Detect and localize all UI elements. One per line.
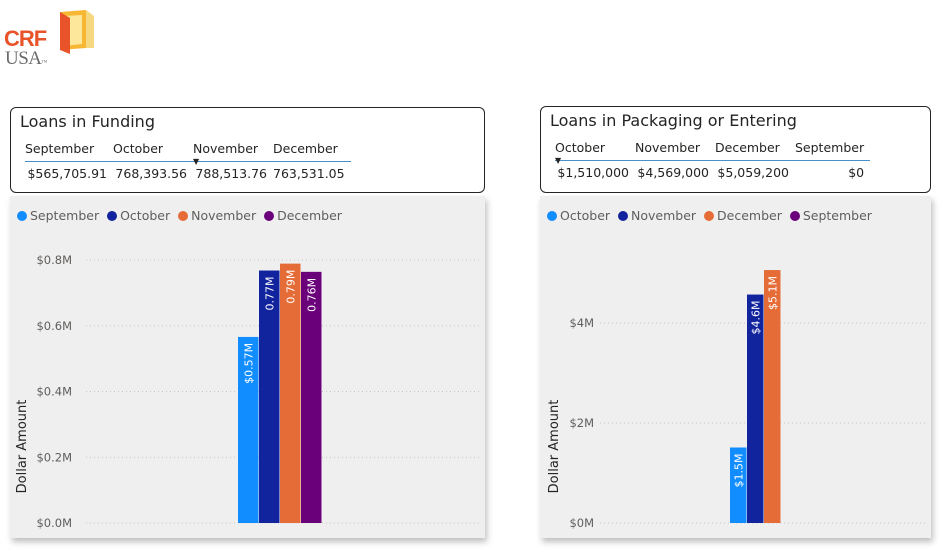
loans-in-packaging-table-card: Loans in Packaging or Entering October ▼ …: [540, 106, 931, 193]
logo-text-usa: USA™: [5, 48, 47, 69]
data-label: $1.5M: [733, 454, 746, 488]
funding-cell: 763,531.05: [273, 161, 351, 184]
packaging-cell: $0: [795, 160, 871, 183]
funding-table-title: Loans in Funding: [20, 112, 155, 131]
packaging-chart-legend: October November December September: [547, 208, 876, 224]
legend-dot: [704, 210, 715, 221]
legend-item[interactable]: September: [789, 208, 872, 223]
legend-dot: [618, 210, 629, 221]
legend-dot: [17, 210, 27, 221]
data-label: 0.76M: [306, 278, 319, 312]
funding-col-header[interactable]: September: [25, 135, 113, 162]
legend-dot: [178, 210, 189, 221]
legend-item[interactable]: December: [264, 208, 342, 223]
packaging-table-title: Loans in Packaging or Entering: [550, 111, 797, 130]
funding-cell: 768,393.56: [113, 161, 193, 184]
funding-chart-legend: September October November December: [17, 208, 346, 224]
sort-descending-icon: ▼: [555, 156, 562, 165]
y-axis-title: Dollar Amount: [15, 400, 30, 494]
legend-item[interactable]: November: [178, 208, 256, 223]
funding-col-header[interactable]: October: [113, 135, 193, 162]
y-tick-label: $0.0M: [36, 516, 72, 530]
funding-table: September October November ▼ December $56…: [25, 135, 351, 184]
legend-dot: [264, 210, 275, 221]
legend-item[interactable]: October: [107, 208, 170, 223]
packaging-cell: $5,059,200: [715, 160, 795, 183]
data-label: 0.79M: [285, 270, 298, 304]
packaging-cell: $4,569,000: [635, 160, 715, 183]
funding-col-header[interactable]: December: [273, 135, 351, 162]
packaging-table: October ▼ November December September $1,…: [555, 134, 871, 183]
table-row: $565,705.91 768,393.56 788,513.76 763,53…: [25, 161, 351, 184]
table-row: $1,510,000 $4,569,000 $5,059,200 $0: [555, 160, 871, 183]
data-label: $4.6M: [750, 301, 763, 335]
packaging-col-header[interactable]: November: [635, 134, 715, 161]
legend-dot: [107, 210, 118, 221]
legend-dot: [789, 210, 800, 221]
funding-bar-chart: $0.0M $0.2M $0.4M $0.6M $0.8M Dollar Amount $0…: [15, 253, 480, 530]
data-label: $0.57M: [243, 343, 256, 384]
packaging-col-header[interactable]: September: [795, 134, 870, 161]
door-icon: [60, 10, 94, 54]
funding-cell: 788,513.76: [193, 161, 273, 184]
y-tick-label: $0.2M: [36, 450, 72, 464]
crf-usa-logo: CRF USA™: [4, 8, 96, 70]
packaging-bar-chart: $0M $2M $4M Dollar Amount $1.5M $4.6M $5.1M: [547, 270, 926, 530]
packaging-col-header[interactable]: October ▼: [555, 134, 635, 166]
y-tick-label: $0M: [569, 516, 594, 530]
data-label: $5.1M: [767, 276, 780, 310]
funding-cell: $565,705.91: [25, 161, 113, 184]
loans-in-funding-table-card: Loans in Funding September October Novem…: [10, 107, 485, 193]
y-tick-label: $0.4M: [36, 385, 72, 399]
legend-dot: [547, 210, 557, 221]
funding-col-header[interactable]: November ▼: [193, 135, 273, 167]
legend-item[interactable]: November: [618, 208, 696, 223]
sort-descending-icon: ▼: [193, 157, 200, 166]
y-tick-label: $0.8M: [36, 253, 72, 267]
packaging-col-header[interactable]: December: [715, 134, 795, 161]
y-axis-title: Dollar Amount: [547, 400, 562, 494]
y-tick-label: $4M: [569, 316, 594, 330]
packaging-cell: $1,510,000: [555, 160, 635, 183]
legend-item[interactable]: October: [547, 208, 610, 223]
legend-item[interactable]: September: [17, 208, 99, 223]
legend-item[interactable]: December: [704, 208, 782, 223]
y-tick-label: $2M: [569, 416, 594, 430]
y-tick-label: $0.6M: [36, 319, 72, 333]
data-label: 0.77M: [264, 277, 277, 311]
